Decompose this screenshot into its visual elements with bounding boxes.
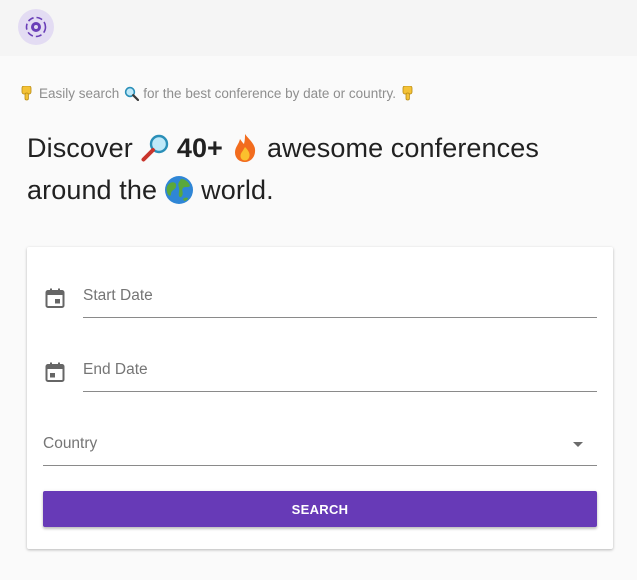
tagline: Easily search for the best conference by… xyxy=(19,83,416,103)
headline-world: world. xyxy=(201,175,274,205)
start-date-placeholder: Start Date xyxy=(83,287,153,304)
end-date-field[interactable]: End Date xyxy=(43,352,597,392)
tagline-text-2: for the best conference by date or count… xyxy=(143,85,396,101)
search-button[interactable]: SEARCH xyxy=(43,491,597,527)
atom-logo-icon[interactable] xyxy=(18,9,54,45)
headline-discover: Discover xyxy=(27,133,133,163)
country-select[interactable]: Country xyxy=(43,426,597,466)
magnifier-icon xyxy=(139,132,171,164)
page-headline: Discover 40+ awesome conferences around … xyxy=(27,127,627,211)
dropdown-arrow-icon[interactable] xyxy=(573,442,583,447)
headline-awesome: awesome conferences xyxy=(266,133,539,163)
start-date-field[interactable]: Start Date xyxy=(43,278,597,318)
end-date-input[interactable]: End Date xyxy=(83,352,597,392)
headline-around: around the xyxy=(27,175,158,205)
magnifier-icon xyxy=(123,85,139,101)
conference-count: 40+ xyxy=(176,133,223,163)
tagline-text-1: Easily search xyxy=(39,85,120,101)
calendar-icon[interactable] xyxy=(45,362,65,382)
top-app-bar xyxy=(0,0,637,56)
calendar-icon[interactable] xyxy=(45,288,65,308)
end-date-placeholder: End Date xyxy=(83,361,148,378)
start-date-input[interactable]: Start Date xyxy=(83,278,597,318)
country-placeholder: Country xyxy=(43,435,98,452)
pointing-down-icon xyxy=(400,85,416,101)
globe-icon xyxy=(163,174,195,206)
pointing-down-icon xyxy=(19,85,35,101)
fire-icon xyxy=(229,132,261,164)
country-select-input[interactable]: Country xyxy=(43,426,597,466)
